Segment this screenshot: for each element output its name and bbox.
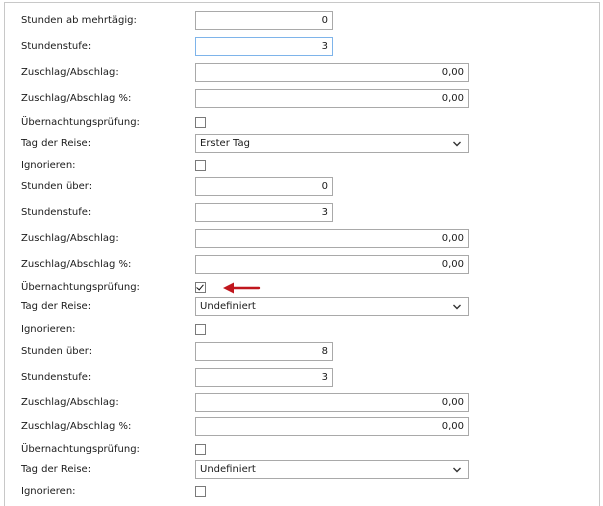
stunden-ueber-input[interactable]: 8: [195, 342, 333, 361]
chevron-down-icon: [453, 141, 461, 147]
field-label: Stundenstufe:: [21, 41, 92, 52]
stunden-ueber-input[interactable]: 0: [195, 177, 333, 196]
field-label: Stunden ab mehrtägig:: [21, 15, 137, 26]
form-row-ignorieren: Ignorieren:: [5, 320, 599, 340]
field-label: Stundenstufe:: [21, 372, 92, 383]
form-row-stundenstufe: Stundenstufe: 3: [5, 203, 599, 223]
field-label: Tag der Reise:: [21, 301, 92, 312]
form-row-ignorieren: Ignorieren:: [5, 482, 599, 502]
field-label: Tag der Reise:: [21, 464, 92, 475]
form-row-uebernachtungspruefung: Übernachtungsprüfung:: [5, 113, 599, 133]
field-label: Stunden über:: [21, 346, 93, 357]
field-label: Zuschlag/Abschlag:: [21, 233, 119, 244]
dropdown-value: Undefiniert: [200, 464, 256, 475]
field-label: Übernachtungsprüfung:: [21, 282, 140, 293]
ignorieren-checkbox[interactable]: [195, 486, 206, 497]
zuschlag-abschlag-prozent-input[interactable]: 0,00: [195, 417, 469, 436]
field-label: Tag der Reise:: [21, 138, 92, 149]
field-label: Zuschlag/Abschlag %:: [21, 259, 132, 270]
form-row-ignorieren: Ignorieren:: [5, 156, 599, 176]
uebernachtungspruefung-checkbox-checked[interactable]: [195, 282, 206, 293]
field-label: Ignorieren:: [21, 160, 76, 171]
tag-der-reise-dropdown[interactable]: Undefiniert: [195, 460, 469, 479]
uebernachtungspruefung-checkbox[interactable]: [195, 117, 206, 128]
field-label: Stunden über:: [21, 181, 93, 192]
form-row-zuschlag-abschlag: Zuschlag/Abschlag: 0,00: [5, 229, 599, 249]
uebernachtungspruefung-checkbox[interactable]: [195, 444, 206, 455]
field-label: Zuschlag/Abschlag %:: [21, 421, 132, 432]
form-row-zuschlag-abschlag: Zuschlag/Abschlag: 0,00: [5, 63, 599, 83]
dropdown-value: Undefiniert: [200, 301, 256, 312]
form-row-stunden-ueber: Stunden über: 0: [5, 177, 599, 197]
form-row-uebernachtungspruefung: Übernachtungsprüfung:: [5, 278, 599, 298]
field-label: Ignorieren:: [21, 486, 76, 497]
field-label: Ignorieren:: [21, 324, 76, 335]
field-label: Übernachtungsprüfung:: [21, 117, 140, 128]
field-label: Zuschlag/Abschlag %:: [21, 93, 132, 104]
zuschlag-abschlag-input[interactable]: 0,00: [195, 63, 469, 82]
stunden-ab-mehrtaegig-input[interactable]: 0: [195, 11, 333, 30]
form-row-tag-der-reise: Tag der Reise: Undefiniert: [5, 460, 599, 480]
dropdown-value: Erster Tag: [200, 138, 250, 149]
ignorieren-checkbox[interactable]: [195, 324, 206, 335]
zuschlag-abschlag-input[interactable]: 0,00: [195, 229, 469, 248]
stundenstufe-input[interactable]: 3: [195, 37, 333, 56]
field-label: Zuschlag/Abschlag:: [21, 397, 119, 408]
settings-form: Stunden ab mehrtägig: 0 Stundenstufe: 3 …: [4, 2, 600, 506]
form-row-stunden-ab-mehrtaegig: Stunden ab mehrtägig: 0: [5, 11, 599, 31]
form-row-zuschlag-abschlag: Zuschlag/Abschlag: 0,00: [5, 393, 599, 413]
form-row-zuschlag-abschlag-prozent: Zuschlag/Abschlag %: 0,00: [5, 89, 599, 109]
form-row-tag-der-reise: Tag der Reise: Undefiniert: [5, 297, 599, 317]
form-row-tag-der-reise: Tag der Reise: Erster Tag: [5, 134, 599, 154]
stundenstufe-input[interactable]: 3: [195, 203, 333, 222]
form-row-uebernachtungspruefung: Übernachtungsprüfung:: [5, 440, 599, 460]
field-label: Stundenstufe:: [21, 207, 92, 218]
chevron-down-icon: [453, 467, 461, 473]
zuschlag-abschlag-prozent-input[interactable]: 0,00: [195, 89, 469, 108]
chevron-down-icon: [453, 304, 461, 310]
ignorieren-checkbox[interactable]: [195, 160, 206, 171]
form-row-zuschlag-abschlag-prozent: Zuschlag/Abschlag %: 0,00: [5, 417, 599, 437]
zuschlag-abschlag-input[interactable]: 0,00: [195, 393, 469, 412]
zuschlag-abschlag-prozent-input[interactable]: 0,00: [195, 255, 469, 274]
tag-der-reise-dropdown[interactable]: Undefiniert: [195, 297, 469, 316]
field-label: Übernachtungsprüfung:: [21, 444, 140, 455]
form-row-stundenstufe: Stundenstufe: 3: [5, 37, 599, 57]
red-arrow-icon: [223, 282, 261, 294]
tag-der-reise-dropdown[interactable]: Erster Tag: [195, 134, 469, 153]
stundenstufe-input[interactable]: 3: [195, 368, 333, 387]
field-label: Zuschlag/Abschlag:: [21, 67, 119, 78]
form-row-zuschlag-abschlag-prozent: Zuschlag/Abschlag %: 0,00: [5, 255, 599, 275]
form-row-stundenstufe: Stundenstufe: 3: [5, 368, 599, 388]
form-row-stunden-ueber: Stunden über: 8: [5, 342, 599, 362]
